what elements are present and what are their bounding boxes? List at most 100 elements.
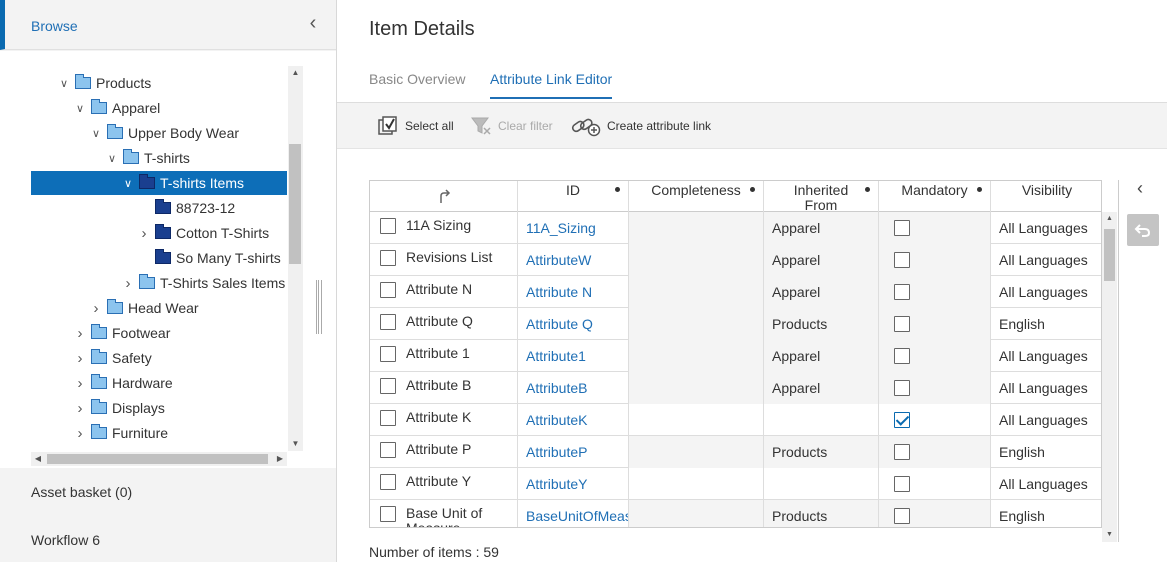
chevron-down-icon[interactable]: ∨	[88, 127, 104, 140]
tab-basic-overview[interactable]: Basic Overview	[369, 71, 465, 97]
mandatory-checkbox[interactable]	[894, 508, 910, 524]
chevron-down-icon[interactable]: ∨	[120, 177, 136, 190]
row-select-checkbox[interactable]	[380, 282, 396, 298]
scroll-up-icon[interactable]: ▲	[1102, 212, 1117, 226]
header-id[interactable]: ID	[518, 181, 629, 212]
tree-item[interactable]: › Cotton T-Shirts	[136, 221, 269, 245]
row-select-checkbox[interactable]	[380, 506, 396, 522]
scroll-thumb[interactable]	[47, 454, 268, 464]
table-vertical-scrollbar[interactable]: ▲ ▼	[1102, 212, 1117, 542]
table-row[interactable]: Attribute 1 Attribute1 Apparel All Language…	[370, 340, 1101, 372]
chevron-right-icon[interactable]: ›	[72, 375, 88, 392]
row-select-checkbox[interactable]	[380, 314, 396, 330]
chevron-right-icon[interactable]: ›	[72, 425, 88, 442]
chevron-down-icon[interactable]: ∨	[72, 102, 88, 115]
chevron-right-icon[interactable]: ›	[120, 275, 136, 292]
attribute-id-link[interactable]: Attribute1	[518, 340, 629, 372]
tree-item[interactable]: ∨ T-shirts Items	[31, 171, 287, 195]
row-select-checkbox[interactable]	[380, 474, 396, 490]
mandatory-checkbox[interactable]	[894, 444, 910, 460]
row-select-checkbox[interactable]	[380, 250, 396, 266]
row-select-checkbox[interactable]	[380, 378, 396, 394]
expand-right-panel-icon[interactable]: ‹	[1137, 178, 1143, 199]
row-select-checkbox[interactable]	[380, 218, 396, 234]
panel-resize-handle[interactable]	[316, 280, 322, 334]
row-select-checkbox[interactable]	[380, 442, 396, 458]
attribute-id-link[interactable]: AttributeB	[518, 372, 629, 404]
header-visibility[interactable]: Visibility	[991, 181, 1101, 212]
tree-item[interactable]: ∨ Apparel	[72, 96, 160, 120]
table-row[interactable]: Attribute B AttributeB Apparel All Language…	[370, 372, 1101, 404]
mandatory-checkbox[interactable]	[894, 284, 910, 300]
table-row[interactable]: Base Unit of Measure BaseUnitOfMeasure Pro…	[370, 500, 1101, 527]
attribute-id-link[interactable]: AttirbuteW	[518, 244, 629, 276]
attribute-id-link[interactable]: Attribute Q	[518, 308, 629, 340]
table-row[interactable]: Attribute Q Attribute Q Products English	[370, 308, 1101, 340]
mandatory-checkbox[interactable]	[894, 380, 910, 396]
chevron-right-icon[interactable]: ›	[72, 400, 88, 417]
scroll-right-icon[interactable]: ▶	[273, 452, 287, 466]
table-row[interactable]: Revisions List AttirbuteW Apparel All Langu…	[370, 244, 1101, 276]
chevron-right-icon[interactable]: ›	[88, 300, 104, 317]
mandatory-checkbox[interactable]	[894, 220, 910, 236]
mandatory-checkbox[interactable]	[894, 412, 910, 428]
scroll-thumb[interactable]	[1104, 229, 1115, 281]
column-menu-dot-icon[interactable]	[977, 187, 982, 192]
header-inherited-from[interactable]: Inherited From	[764, 181, 879, 213]
tree-item[interactable]: ∨ Products	[56, 71, 151, 95]
browse-title[interactable]: Browse	[31, 18, 78, 34]
row-select-checkbox[interactable]	[380, 346, 396, 362]
tree-item[interactable]: › Hardware	[72, 371, 173, 395]
column-menu-dot-icon[interactable]	[865, 187, 870, 192]
tree-item[interactable]: › Footwear	[72, 321, 170, 345]
attribute-id-link[interactable]: BaseUnitOfMeasure	[518, 500, 629, 527]
tab-attribute-link-editor[interactable]: Attribute Link Editor	[490, 71, 613, 99]
select-all-button[interactable]: Select all	[377, 115, 454, 137]
attribute-id-link[interactable]: Attribute N	[518, 276, 629, 308]
tree-item[interactable]: › Displays	[72, 396, 165, 420]
tree-item[interactable]: › Head Wear	[88, 296, 199, 320]
chevron-down-icon[interactable]: ∨	[104, 152, 120, 165]
attribute-id-link[interactable]: 11A_Sizing	[518, 212, 629, 244]
table-row[interactable]: Attribute P AttributeP Products English	[370, 436, 1101, 468]
tree-item[interactable]: › Safety	[72, 346, 152, 370]
revert-button[interactable]	[1127, 214, 1159, 246]
tree-vertical-scrollbar[interactable]: ▲ ▼	[288, 66, 303, 451]
create-attribute-link-button[interactable]: Create attribute link	[571, 115, 711, 137]
mandatory-checkbox[interactable]	[894, 252, 910, 268]
mandatory-checkbox[interactable]	[894, 348, 910, 364]
column-menu-dot-icon[interactable]	[615, 187, 620, 192]
collapse-left-panel-icon[interactable]: ‹	[304, 13, 322, 33]
clear-filter-button[interactable]: Clear filter	[470, 115, 553, 137]
header-completeness[interactable]: Completeness	[629, 181, 764, 212]
tree-item[interactable]: So Many T-shirts	[136, 246, 281, 270]
tree-horizontal-scrollbar[interactable]: ◀ ▶	[31, 452, 287, 466]
scroll-up-icon[interactable]: ▲	[288, 66, 303, 80]
column-menu-dot-icon[interactable]	[750, 187, 755, 192]
workflow-link[interactable]: Workflow 6	[31, 532, 100, 548]
header-name-column[interactable]	[370, 181, 518, 212]
mandatory-checkbox[interactable]	[894, 476, 910, 492]
chevron-down-icon[interactable]: ∨	[56, 77, 72, 90]
tree-item[interactable]: › T-Shirts Sales Items	[120, 271, 285, 295]
tree-item[interactable]: 88723-12	[136, 196, 235, 220]
chevron-right-icon[interactable]: ›	[136, 225, 152, 242]
tree-item[interactable]: › Furniture	[72, 421, 168, 445]
attribute-id-link[interactable]: AttributeY	[518, 468, 629, 500]
asset-basket-link[interactable]: Asset basket (0)	[31, 484, 132, 500]
tree-item[interactable]: ∨ T-shirts	[104, 146, 190, 170]
table-row[interactable]: Attribute Y AttributeY All Languages	[370, 468, 1101, 500]
attribute-id-link[interactable]: AttributeK	[518, 404, 629, 436]
scroll-down-icon[interactable]: ▼	[288, 437, 303, 451]
chevron-right-icon[interactable]: ›	[72, 325, 88, 342]
mandatory-checkbox[interactable]	[894, 316, 910, 332]
chevron-right-icon[interactable]: ›	[72, 350, 88, 367]
table-row[interactable]: Attribute N Attribute N Apparel All Languag…	[370, 276, 1101, 308]
header-mandatory[interactable]: Mandatory	[879, 181, 991, 212]
table-row[interactable]: Attribute K AttributeK All Languages	[370, 404, 1101, 436]
table-row[interactable]: 11A Sizing 11A_Sizing Apparel All Languages	[370, 212, 1101, 244]
row-select-checkbox[interactable]	[380, 410, 396, 426]
attribute-id-link[interactable]: AttributeP	[518, 436, 629, 468]
scroll-down-icon[interactable]: ▼	[1102, 528, 1117, 542]
scroll-thumb[interactable]	[289, 144, 301, 264]
